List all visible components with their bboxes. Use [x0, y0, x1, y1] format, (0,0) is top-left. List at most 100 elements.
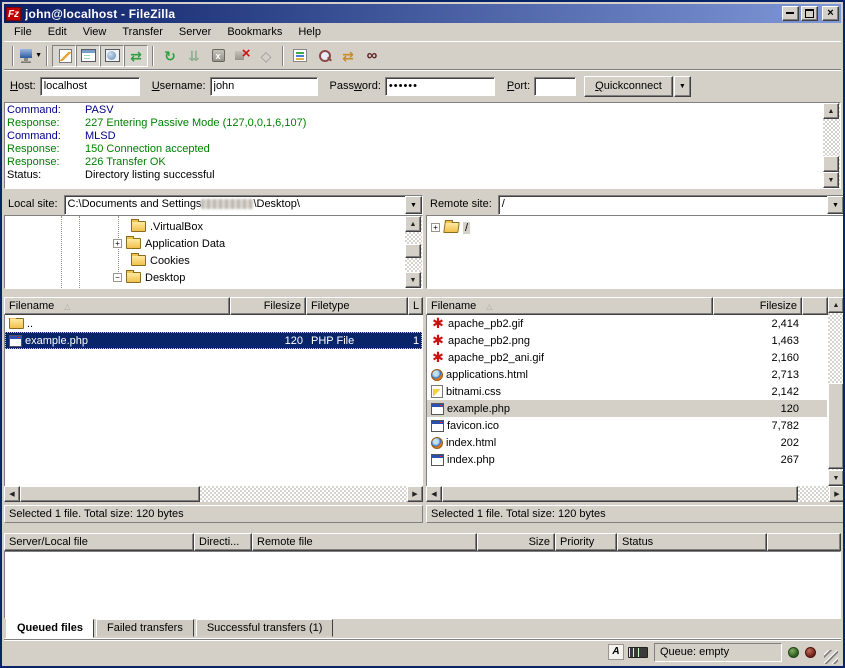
process-queue-button[interactable]: ⇊	[182, 45, 206, 67]
directory-comparison-button[interactable]	[312, 45, 336, 67]
scrollbar-thumb[interactable]	[823, 156, 839, 172]
filter-button[interactable]	[288, 45, 312, 67]
tree-item-desktop[interactable]: −Desktop	[113, 269, 185, 286]
menu-view[interactable]: View	[75, 24, 115, 40]
scroll-left-icon[interactable]: ◀	[4, 486, 20, 502]
expand-plus-icon[interactable]: +	[113, 239, 122, 248]
remote-row-apache-pb2-ani-gif[interactable]: ✱apache_pb2_ani.gif2,160	[427, 349, 827, 366]
queue-col-direction[interactable]: Directi...	[194, 533, 252, 551]
remote-row-index-php[interactable]: index.php267	[427, 451, 827, 468]
tab-successful-transfers[interactable]: Successful transfers (1)	[196, 619, 334, 637]
menu-edit[interactable]: Edit	[40, 24, 75, 40]
local-site-combo[interactable]: C:\Documents and Settings\Desktop\ ▼	[64, 195, 423, 215]
menu-server[interactable]: Server	[171, 24, 219, 40]
tab-failed-transfers[interactable]: Failed transfers	[96, 619, 194, 637]
queue-col-remote-file[interactable]: Remote file	[252, 533, 477, 551]
toggle-queue-button[interactable]: ⇄	[124, 45, 148, 67]
host-input[interactable]	[40, 77, 140, 96]
local-path[interactable]: C:\Documents and Settings\Desktop\	[65, 196, 405, 214]
remote-row-apache-pb2-gif[interactable]: ✱apache_pb2.gif2,414	[427, 315, 827, 332]
queue-col-extra[interactable]	[767, 533, 841, 551]
remote-row-example-php[interactable]: example.php120	[427, 400, 827, 417]
reconnect-button[interactable]: ◇	[254, 45, 278, 67]
minimize-button[interactable]	[782, 6, 799, 21]
site-manager-button[interactable]: ▼	[18, 45, 42, 67]
username-input[interactable]	[210, 77, 318, 96]
port-input[interactable]	[534, 77, 576, 96]
local-list-hscrollbar[interactable]: ◀ ▶	[4, 486, 423, 502]
find-files-button[interactable]: ∞	[360, 45, 384, 67]
chevron-down-icon[interactable]: ▼	[405, 196, 422, 214]
remote-row-favicon-ico[interactable]: favicon.ico7,782	[427, 417, 827, 434]
tree-item-application-data[interactable]: +Application Data	[113, 235, 225, 252]
scrollbar-thumb[interactable]	[20, 486, 200, 502]
local-col-lastmodified[interactable]: L	[408, 297, 423, 315]
title-bar[interactable]: Fz john@localhost - FileZilla ×	[4, 4, 841, 23]
scroll-down-icon[interactable]: ▼	[828, 470, 844, 486]
quickconnect-dropdown-button[interactable]: ▼	[674, 76, 691, 97]
remote-row-apache-pb2-png[interactable]: ✱apache_pb2.png1,463	[427, 332, 827, 349]
resize-grip[interactable]	[824, 650, 838, 664]
toggle-local-tree-button[interactable]	[76, 45, 100, 67]
menu-bookmarks[interactable]: Bookmarks	[219, 24, 290, 40]
data-type-icon[interactable]: A	[608, 644, 624, 660]
chevron-down-icon[interactable]: ▼	[827, 196, 844, 214]
scrollbar-thumb[interactable]	[828, 383, 844, 469]
scroll-right-icon[interactable]: ▶	[407, 486, 423, 502]
quickconnect-button[interactable]: Quickconnect	[584, 76, 673, 97]
scroll-down-icon[interactable]: ▼	[405, 272, 421, 288]
scroll-down-icon[interactable]: ▼	[823, 172, 839, 188]
remote-site-combo[interactable]: / ▼	[498, 195, 845, 215]
remote-row-bitnami-css[interactable]: bitnami.css2,142	[427, 383, 827, 400]
queue-col-priority[interactable]: Priority	[555, 533, 617, 551]
scroll-up-icon[interactable]: ▲	[823, 103, 839, 119]
local-tree-scrollbar[interactable]: ▲ ▼	[405, 216, 422, 288]
collapse-minus-icon[interactable]: −	[113, 273, 122, 282]
remote-row-applications-html[interactable]: applications.html2,713	[427, 366, 827, 383]
scroll-left-icon[interactable]: ◀	[426, 486, 442, 502]
close-button[interactable]: ×	[822, 6, 839, 21]
log-scrollbar[interactable]: ▲ ▼	[823, 103, 840, 188]
remote-col-filename[interactable]: Filename△	[426, 297, 713, 315]
synchronized-browsing-button[interactable]: ⇄	[336, 45, 360, 67]
scrollbar-thumb[interactable]	[405, 244, 421, 258]
toggle-remote-tree-button[interactable]	[100, 45, 124, 67]
toggle-log-button[interactable]	[52, 45, 76, 67]
menu-bar: File Edit View Transfer Server Bookmarks…	[4, 23, 841, 42]
cancel-button[interactable]: x	[206, 45, 230, 67]
remote-col-extra[interactable]	[802, 297, 828, 315]
queue-col-status[interactable]: Status	[617, 533, 767, 551]
remote-list-hscrollbar[interactable]: ◀ ▶	[426, 486, 845, 502]
toolbar-separator	[282, 46, 284, 66]
local-row-example-php[interactable]: example.php 120 PHP File 1	[5, 332, 422, 349]
tab-queued-files[interactable]: Queued files	[6, 619, 94, 638]
refresh-button[interactable]: ↻	[158, 45, 182, 67]
tree-item-virtualbox[interactable]: .VirtualBox	[131, 218, 203, 235]
remote-path[interactable]: /	[499, 196, 827, 214]
scroll-up-icon[interactable]: ▲	[405, 216, 421, 232]
menu-transfer[interactable]: Transfer	[114, 24, 171, 40]
disconnect-button[interactable]	[230, 45, 254, 67]
maximize-button[interactable]	[801, 6, 818, 21]
local-col-filesize[interactable]: Filesize	[230, 297, 306, 315]
scrollbar-thumb[interactable]	[442, 486, 798, 502]
password-input[interactable]	[385, 77, 495, 96]
local-col-filetype[interactable]: Filetype	[306, 297, 408, 315]
expand-plus-icon[interactable]: +	[431, 223, 440, 232]
tree-item-root[interactable]: + /	[431, 219, 470, 236]
local-row-parent-dir[interactable]: ..	[5, 315, 422, 332]
local-col-filename[interactable]: Filename△	[4, 297, 230, 315]
queue-col-server-local-file[interactable]: Server/Local file	[4, 533, 194, 551]
encryption-icon[interactable]	[628, 647, 648, 658]
menu-help[interactable]: Help	[290, 24, 329, 40]
queue-list[interactable]	[4, 551, 841, 619]
tree-item-cookies[interactable]: Cookies	[131, 252, 190, 269]
queue-col-size[interactable]: Size	[477, 533, 555, 551]
scroll-up-icon[interactable]: ▲	[828, 297, 844, 313]
remote-list-scrollbar[interactable]: ▲ ▼	[828, 297, 845, 486]
remote-col-filesize[interactable]: Filesize	[713, 297, 802, 315]
chevron-down-icon[interactable]: ▼	[35, 52, 42, 59]
remote-row-index-html[interactable]: index.html202	[427, 434, 827, 451]
scroll-right-icon[interactable]: ▶	[829, 486, 845, 502]
menu-file[interactable]: File	[6, 24, 40, 40]
